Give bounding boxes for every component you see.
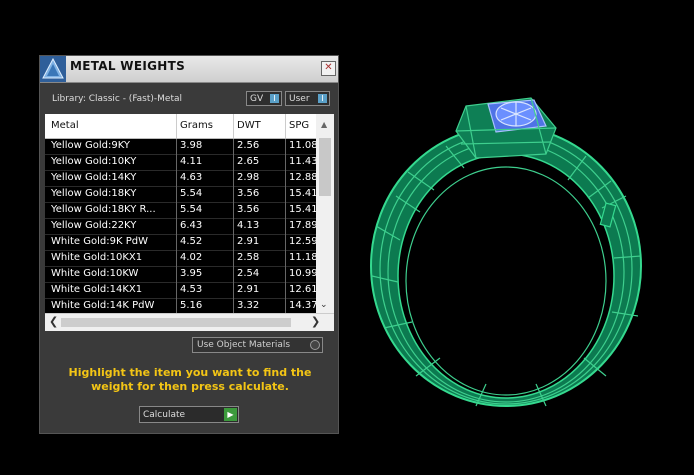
cell-spg: 10.99 xyxy=(289,268,316,279)
table-row[interactable]: White Gold:10KW 3.95 2.54 10.99 xyxy=(45,267,316,283)
library-label: Library: Classic - (Fast)-Metal xyxy=(52,94,183,104)
table-row[interactable]: Yellow Gold:10KY 4.11 2.65 11.43 xyxy=(45,155,316,171)
column-gridline xyxy=(176,139,177,313)
cell-dwt: 2.65 xyxy=(237,156,260,167)
close-button[interactable]: ✕ xyxy=(321,61,336,76)
cell-spg: 11.43 xyxy=(289,156,316,167)
cell-spg: 11.18 xyxy=(289,252,316,263)
cell-dwt: 4.13 xyxy=(237,220,260,231)
cell-spg: 12.61 xyxy=(289,284,316,295)
radio-button-icon[interactable] xyxy=(310,340,320,350)
cell-grams: 5.54 xyxy=(180,188,203,199)
table-header: Metal Grams DWT SPG xyxy=(45,114,316,139)
horizontal-scroll-thumb[interactable] xyxy=(61,318,291,327)
cell-metal: White Gold:10KW xyxy=(51,268,139,279)
table-row[interactable]: Yellow Gold:14KY 4.63 2.98 12.88 xyxy=(45,171,316,187)
cell-spg: 17.89 xyxy=(289,220,316,231)
cell-metal: White Gold:10KX1 xyxy=(51,252,143,263)
cell-grams: 4.02 xyxy=(180,252,203,263)
cell-metal: Yellow Gold:22KY xyxy=(51,220,137,231)
scroll-up-icon[interactable]: ▲ xyxy=(321,120,327,129)
setting-head xyxy=(455,97,557,159)
table-row[interactable]: White Gold:14KX1 4.53 2.91 12.61 xyxy=(45,283,316,299)
user-toggle-label: User xyxy=(289,94,310,104)
metal-weights-panel: METAL WEIGHTS ✕ Library: Classic - (Fast… xyxy=(39,55,339,434)
column-header-spg[interactable]: SPG xyxy=(289,120,309,131)
cell-grams: 3.95 xyxy=(180,268,203,279)
cell-grams: 3.98 xyxy=(180,140,203,151)
gv-toggle[interactable]: GV I xyxy=(246,91,282,106)
cell-dwt: 2.98 xyxy=(237,172,260,183)
table-row[interactable]: Yellow Gold:18KY 5.54 3.56 15.41 xyxy=(45,187,316,203)
cell-dwt: 2.56 xyxy=(237,140,260,151)
cell-metal: Yellow Gold:9KY xyxy=(51,140,130,151)
calculate-label: Calculate xyxy=(143,410,186,420)
cell-dwt: 2.54 xyxy=(237,268,260,279)
table-body: Yellow Gold:9KY 3.98 2.56 11.08 Yellow Gold:… xyxy=(45,139,316,313)
app-logo-icon xyxy=(40,56,66,82)
cell-grams: 4.11 xyxy=(180,156,203,167)
cell-spg: 11.08 xyxy=(289,140,316,151)
cell-metal: Yellow Gold:14KY xyxy=(51,172,137,183)
scroll-down-icon[interactable]: ⌄ xyxy=(320,300,328,310)
cell-metal: White Gold:14KX1 xyxy=(51,284,143,295)
play-arrow-icon[interactable]: ▶ xyxy=(224,408,237,421)
use-object-materials-option[interactable]: Use Object Materials xyxy=(192,337,323,353)
cell-spg: 12.88 xyxy=(289,172,316,183)
ring-3d-wireframe-viewport[interactable] xyxy=(356,76,661,411)
vertical-scroll-thumb[interactable] xyxy=(319,138,331,196)
column-header-dwt[interactable]: DWT xyxy=(237,120,261,131)
gv-toggle-label: GV xyxy=(250,94,264,104)
instruction-text: Highlight the item you want to find the … xyxy=(68,366,312,393)
metal-table: Metal Grams DWT SPG Yellow Gold:9KY 3.98 2… xyxy=(45,114,334,331)
cell-dwt: 3.56 xyxy=(237,188,260,199)
cell-grams: 4.52 xyxy=(180,236,203,247)
column-divider[interactable] xyxy=(285,114,286,138)
cell-spg: 15.41 xyxy=(289,188,316,199)
cell-grams: 5.16 xyxy=(180,300,203,311)
cell-grams: 6.43 xyxy=(180,220,203,231)
cell-dwt: 2.91 xyxy=(237,284,260,295)
cell-metal: White Gold:14K PdW xyxy=(51,300,155,311)
column-divider[interactable] xyxy=(176,114,177,138)
cell-metal: Yellow Gold:18KY R... xyxy=(51,204,156,215)
column-gridline xyxy=(285,139,286,313)
table-row[interactable]: White Gold:10KX1 4.02 2.58 11.18 xyxy=(45,251,316,267)
toggle-switch-icon: I xyxy=(270,94,279,103)
scroll-left-icon[interactable]: ❮ xyxy=(49,315,58,328)
column-header-metal[interactable]: Metal xyxy=(51,120,79,131)
toggle-switch-icon: I xyxy=(318,94,327,103)
cell-dwt: 2.91 xyxy=(237,236,260,247)
cell-grams: 4.53 xyxy=(180,284,203,295)
cell-grams: 4.63 xyxy=(180,172,203,183)
cell-metal: White Gold:9K PdW xyxy=(51,236,148,247)
cell-spg: 15.41 xyxy=(289,204,316,215)
table-row[interactable]: Yellow Gold:18KY R... 5.54 3.56 15.41 xyxy=(45,203,316,219)
horizontal-scrollbar[interactable]: ❮ ❯ xyxy=(45,313,334,331)
vertical-scrollbar[interactable]: ▲ ⌄ xyxy=(316,114,334,313)
table-row[interactable]: Yellow Gold:9KY 3.98 2.56 11.08 xyxy=(45,139,316,155)
cell-spg: 12.59 xyxy=(289,236,316,247)
cell-dwt: 2.58 xyxy=(237,252,260,263)
table-row[interactable]: Yellow Gold:22KY 6.43 4.13 17.89 xyxy=(45,219,316,235)
calculate-button[interactable]: Calculate ▶ xyxy=(139,406,239,423)
column-gridline xyxy=(233,139,234,313)
user-toggle[interactable]: User I xyxy=(285,91,330,106)
cell-metal: Yellow Gold:10KY xyxy=(51,156,137,167)
cell-spg: 14.37 xyxy=(289,300,316,311)
cell-grams: 5.54 xyxy=(180,204,203,215)
cell-dwt: 3.56 xyxy=(237,204,260,215)
cell-dwt: 3.32 xyxy=(237,300,260,311)
table-row[interactable]: White Gold:9K PdW 4.52 2.91 12.59 xyxy=(45,235,316,251)
column-header-grams[interactable]: Grams xyxy=(180,120,213,131)
cell-metal: Yellow Gold:18KY xyxy=(51,188,137,199)
scroll-right-icon[interactable]: ❯ xyxy=(311,315,320,328)
use-object-materials-label: Use Object Materials xyxy=(197,340,291,350)
window-title: METAL WEIGHTS xyxy=(70,59,186,73)
table-row[interactable]: White Gold:14K PdW 5.16 3.32 14.37 xyxy=(45,299,316,313)
title-bar[interactable]: METAL WEIGHTS ✕ xyxy=(40,56,338,83)
column-divider[interactable] xyxy=(233,114,234,138)
